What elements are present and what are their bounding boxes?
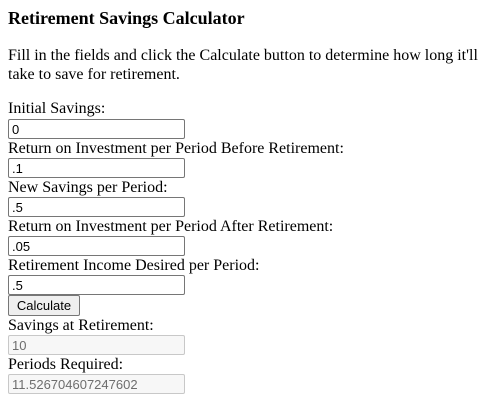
income-desired-label: Retirement Income Desired per Period: bbox=[8, 257, 260, 274]
calculate-button[interactable]: Calculate bbox=[8, 295, 80, 316]
page-title: Retirement Savings Calculator bbox=[8, 8, 245, 28]
roi-before-input[interactable] bbox=[8, 158, 185, 178]
new-savings-input[interactable] bbox=[8, 197, 185, 217]
instructions-text: Fill in the fields and click the Calcula… bbox=[8, 47, 478, 83]
savings-at-retirement-label: Savings at Retirement: bbox=[8, 317, 154, 334]
savings-at-retirement-output bbox=[8, 335, 185, 355]
periods-required-output bbox=[8, 374, 185, 394]
periods-required-label: Periods Required: bbox=[8, 356, 124, 373]
new-savings-label: New Savings per Period: bbox=[8, 179, 168, 196]
income-desired-input[interactable] bbox=[8, 275, 185, 295]
initial-savings-input[interactable] bbox=[8, 119, 185, 139]
roi-after-input[interactable] bbox=[8, 236, 185, 256]
roi-before-label: Return on Investment per Period Before R… bbox=[8, 140, 344, 157]
initial-savings-label: Initial Savings: bbox=[8, 100, 106, 117]
roi-after-label: Return on Investment per Period After Re… bbox=[8, 218, 334, 235]
